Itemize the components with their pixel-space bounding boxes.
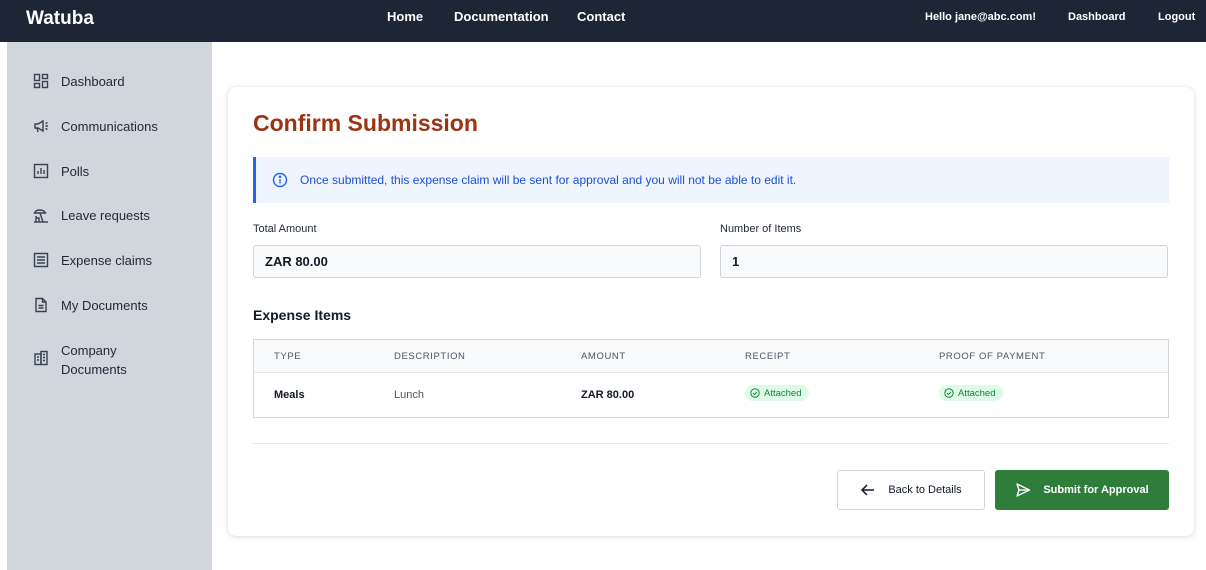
check-circle-icon: [944, 388, 954, 398]
receipt-status-badge: Attached: [745, 385, 809, 401]
sidebar-item-label: Company Documents: [61, 343, 127, 377]
cell-description: Lunch: [394, 389, 424, 401]
logout-link[interactable]: Logout: [1158, 11, 1195, 23]
page-title: Confirm Submission: [253, 110, 478, 136]
table-header: TYPE DESCRIPTION AMOUNT RECEIPT PROOF OF…: [254, 340, 1168, 373]
nav-dashboard-link[interactable]: Dashboard: [1068, 11, 1125, 23]
sidebar-item-label: Polls: [61, 164, 90, 179]
sidebar-item-polls[interactable]: Polls: [33, 162, 89, 181]
cell-amount: ZAR 80.00: [581, 389, 635, 401]
expense-items-table: TYPE DESCRIPTION AMOUNT RECEIPT PROOF OF…: [253, 339, 1169, 418]
sidebar-item-dashboard[interactable]: Dashboard: [33, 72, 125, 91]
beach-icon: [33, 207, 49, 223]
info-icon: [272, 172, 288, 188]
total-amount-field: ZAR 80.00: [253, 245, 701, 278]
check-circle-icon: [750, 388, 760, 398]
sidebar-item-label: Expense claims: [61, 253, 153, 268]
building-icon: [33, 350, 49, 366]
document-icon: [33, 297, 49, 313]
total-amount-label: Total Amount: [253, 223, 317, 235]
nav-documentation-link[interactable]: Documentation: [454, 9, 549, 24]
item-count-label: Number of Items: [720, 223, 802, 235]
column-header-proof-of-payment: PROOF OF PAYMENT: [939, 351, 1046, 362]
badge-label: Attached: [958, 387, 996, 399]
column-header-receipt: RECEIPT: [745, 351, 791, 362]
sidebar-item-label: Communications: [61, 119, 158, 134]
top-nav: Home Documentation Contact Hello jane@ab…: [0, 0, 1206, 34]
divider: [253, 443, 1169, 444]
back-button-label: Back to Details: [888, 484, 962, 496]
column-header-type: TYPE: [274, 351, 302, 362]
arrow-left-icon: [860, 482, 876, 498]
megaphone-icon: [33, 118, 49, 134]
submit-button-label: Submit for Approval: [1043, 484, 1149, 496]
sidebar-item-leave-requests[interactable]: Leave requests: [33, 206, 150, 225]
sidebar-item-label: Dashboard: [61, 74, 125, 89]
nav-home-link[interactable]: Home: [387, 9, 423, 24]
cell-type: Meals: [274, 389, 305, 401]
proof-status-badge: Attached: [939, 385, 1003, 401]
top-navbar: Watuba Home Documentation Contact Hello …: [0, 0, 1206, 42]
sidebar: Dashboard Communications Polls Leave req…: [7, 42, 212, 570]
alert-text: Once submitted, this expense claim will …: [300, 173, 797, 187]
column-header-amount: AMOUNT: [581, 351, 626, 362]
submit-for-approval-button[interactable]: Submit for Approval: [995, 470, 1169, 510]
list-icon: [33, 252, 49, 268]
sidebar-item-label: Leave requests: [61, 208, 150, 223]
nav-contact-link[interactable]: Contact: [577, 9, 625, 24]
sidebar-item-communications[interactable]: Communications: [33, 117, 158, 136]
confirm-submission-card: Confirm Submission Once submitted, this …: [228, 87, 1194, 536]
badge-label: Attached: [764, 387, 802, 399]
dashboard-icon: [33, 73, 49, 89]
sidebar-item-my-documents[interactable]: My Documents: [33, 296, 148, 315]
send-icon: [1015, 482, 1031, 498]
sidebar-item-company-documents[interactable]: Company Documents: [33, 341, 143, 379]
column-header-description: DESCRIPTION: [394, 351, 466, 362]
sidebar-item-expense-claims[interactable]: Expense claims: [33, 251, 152, 270]
back-to-details-button[interactable]: Back to Details: [837, 470, 985, 510]
bar-chart-icon: [33, 163, 49, 179]
info-alert: Once submitted, this expense claim will …: [253, 157, 1169, 203]
user-greeting: Hello jane@abc.com!: [925, 11, 1036, 23]
expense-items-heading: Expense Items: [253, 307, 352, 323]
sidebar-item-label: My Documents: [61, 298, 148, 313]
item-count-field: 1: [720, 245, 1168, 278]
